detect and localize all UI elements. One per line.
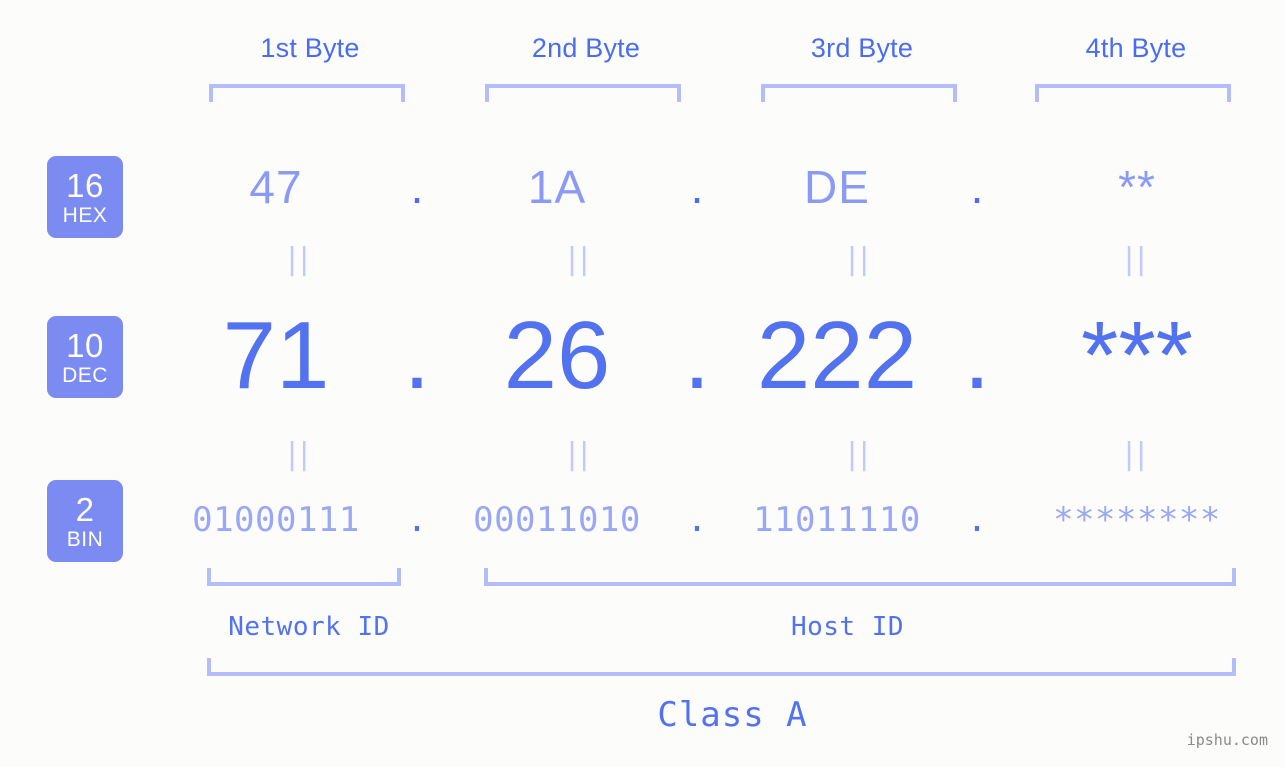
equals-connector-hex-dec-1: || <box>287 242 312 277</box>
dec-byte-1: 71 <box>222 302 330 409</box>
equals-connector-hex-dec-2: || <box>567 242 592 277</box>
byte-header-4: 4th Byte <box>1085 33 1187 63</box>
dec-byte-3: 222 <box>756 302 918 409</box>
byte-bracket-top-3 <box>761 84 957 102</box>
hex-separator-1: . <box>410 161 424 213</box>
byte-header-1: 1st Byte <box>260 33 360 63</box>
dec-value-row: 71 . 26 . 222 . *** <box>150 296 1285 416</box>
byte-bracket-top-4 <box>1035 84 1231 102</box>
ip-address-diagram: 1st Byte 2nd Byte 3rd Byte 4th Byte 16 H… <box>0 0 1285 767</box>
bin-separator-2: . <box>686 500 708 540</box>
hex-byte-3: DE <box>804 161 870 213</box>
hex-byte-1: 47 <box>249 161 303 213</box>
host-id-label: Host ID <box>790 612 905 642</box>
bin-byte-4: ******** <box>1053 500 1221 540</box>
network-id-bracket <box>207 568 401 586</box>
watermark: ipshu.com <box>1186 731 1268 749</box>
base-badge-bin: 2 BIN <box>47 480 123 562</box>
equals-connector-hex-dec-4: || <box>1124 242 1149 277</box>
bin-separator-1: . <box>406 500 428 540</box>
bin-byte-1: 01000111 <box>192 500 360 540</box>
bin-separator-3: . <box>966 500 988 540</box>
hex-byte-2: 1A <box>527 161 587 213</box>
base-badge-bin-number: 2 <box>75 490 95 528</box>
bin-value-row: 01000111 . 00011010 . 11011110 . *******… <box>150 489 1285 551</box>
base-badge-hex-number: 16 <box>66 166 104 204</box>
dec-byte-4: *** <box>1080 302 1194 409</box>
hex-separator-2: . <box>690 161 704 213</box>
base-badge-hex: 16 HEX <box>47 156 123 238</box>
network-id-label: Network ID <box>228 612 390 642</box>
class-bracket <box>207 658 1236 676</box>
base-badge-dec: 10 DEC <box>47 316 123 398</box>
dec-separator-3: . <box>963 302 991 409</box>
byte-header-3: 3rd Byte <box>810 33 914 63</box>
bin-byte-3: 11011110 <box>753 500 921 540</box>
equals-connector-dec-bin-2: || <box>567 437 592 472</box>
hex-value-row: 47 . 1A . DE . ** <box>150 148 1285 226</box>
dec-byte-2: 26 <box>503 302 611 409</box>
dec-separator-1: . <box>403 302 431 409</box>
byte-bracket-top-1 <box>209 84 405 102</box>
class-label: Class A <box>657 695 808 735</box>
byte-header-2: 2nd Byte <box>531 33 641 63</box>
equals-connector-hex-dec-3: || <box>847 242 872 277</box>
bin-byte-2: 00011010 <box>473 500 641 540</box>
base-badge-bin-name: BIN <box>66 527 104 551</box>
hex-byte-4: ** <box>1118 161 1156 213</box>
equals-connector-dec-bin-1: || <box>287 437 312 472</box>
base-badge-dec-name: DEC <box>62 363 108 387</box>
base-badge-hex-name: HEX <box>62 203 108 227</box>
hex-separator-3: . <box>970 161 984 213</box>
dec-separator-2: . <box>683 302 711 409</box>
equals-connector-dec-bin-3: || <box>847 437 872 472</box>
host-id-bracket <box>484 568 1236 586</box>
byte-bracket-top-2 <box>485 84 681 102</box>
base-badge-dec-number: 10 <box>66 326 104 364</box>
equals-connector-dec-bin-4: || <box>1124 437 1149 472</box>
